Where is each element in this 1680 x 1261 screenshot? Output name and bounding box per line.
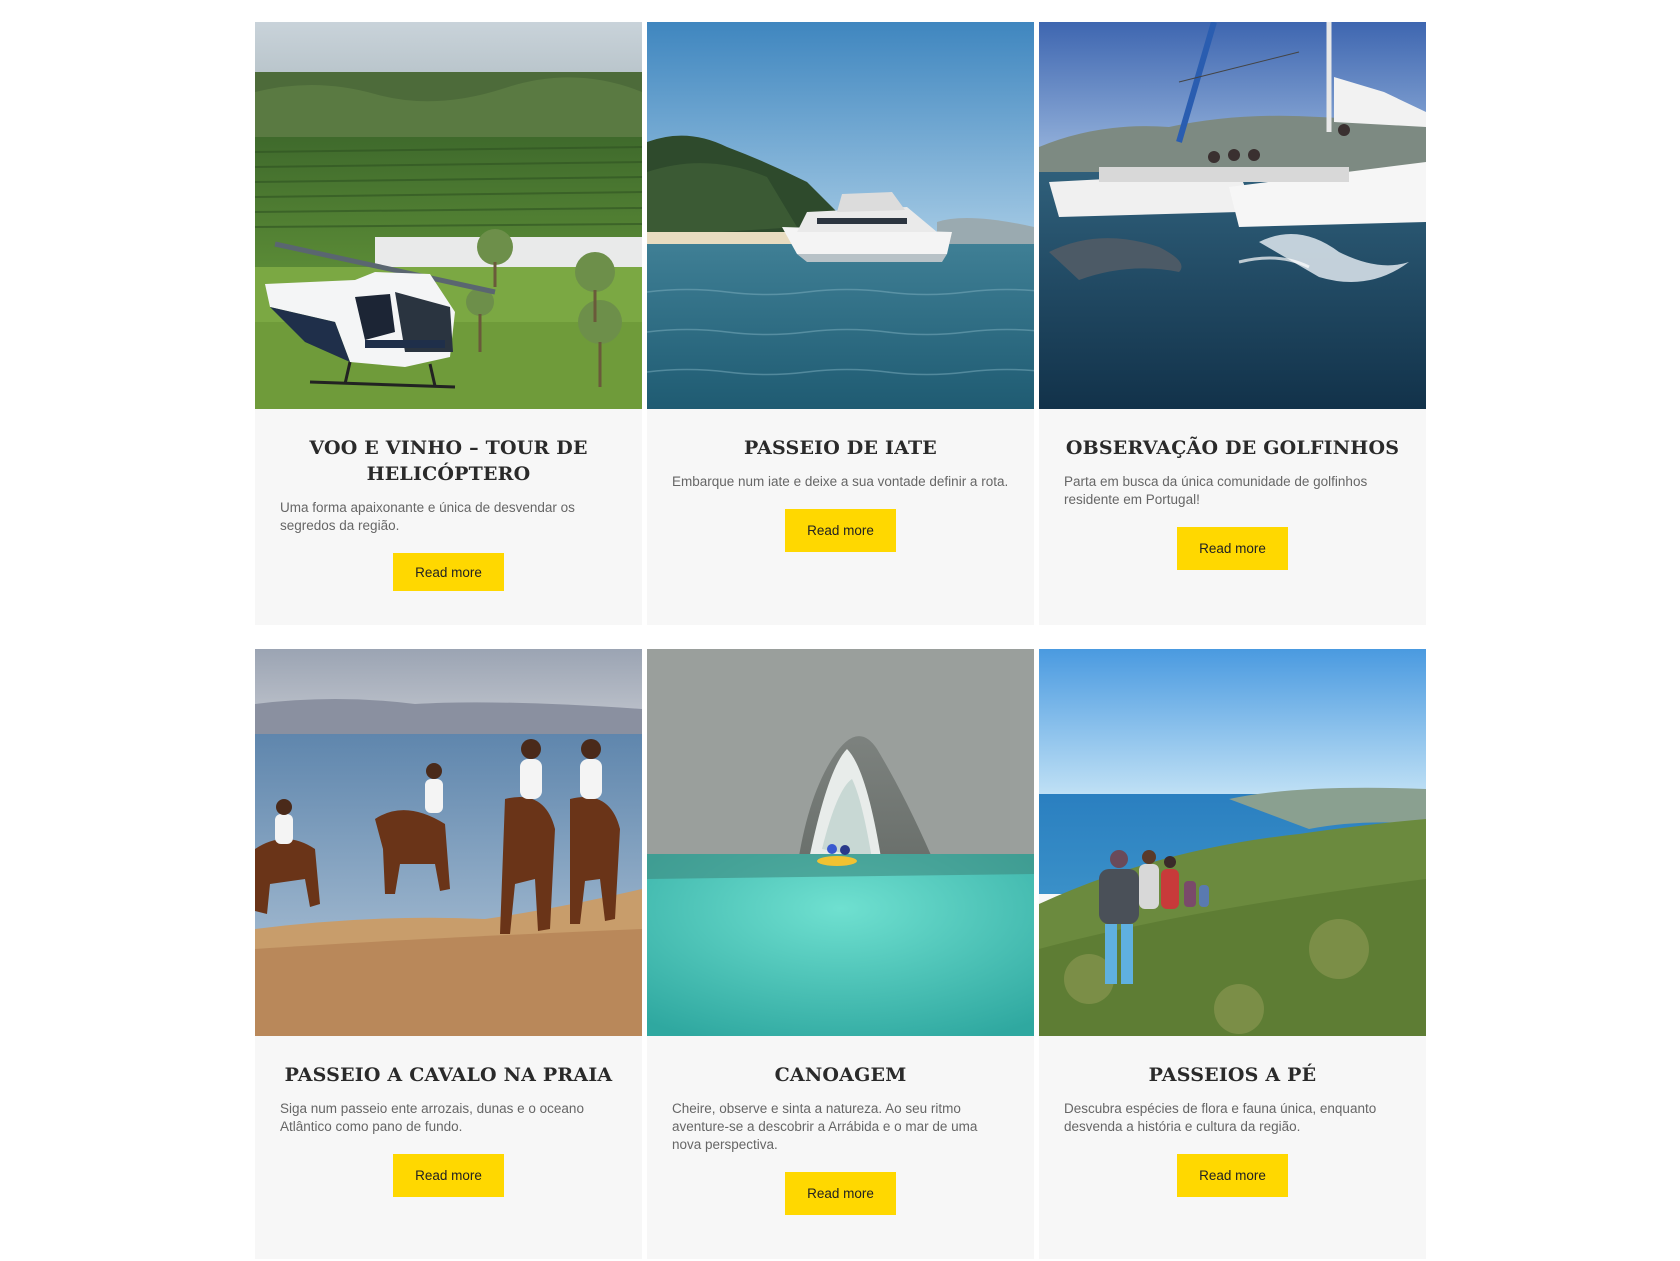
card-title: OBSERVAÇÃO DE GOLFINHOS bbox=[1065, 437, 1400, 459]
canoe-sea-cave-image[interactable] bbox=[647, 649, 1034, 1036]
catamaran-dolphins-image[interactable] bbox=[1039, 22, 1426, 409]
card-title: CANOAGEM bbox=[774, 1064, 907, 1086]
read-more-button[interactable]: Read more bbox=[393, 1154, 504, 1197]
activities-grid: VOO E VINHO – TOUR DE HELICÓPTERO Uma fo… bbox=[255, 22, 1426, 1261]
read-more-button[interactable]: Read more bbox=[785, 1172, 896, 1215]
card-title: VOO E VINHO – TOUR DE HELICÓPTERO bbox=[309, 437, 588, 485]
horse-riding-beach-image[interactable] bbox=[255, 649, 642, 1036]
read-more-button[interactable]: Read more bbox=[393, 553, 504, 591]
activity-card-hiking: PASSEIOS A PÉ Descubra espécies de flora… bbox=[1039, 649, 1426, 1261]
activity-card-yacht: PASSEIO DE IATE Embarque num iate e deix… bbox=[647, 22, 1034, 627]
card-description: Descubra espécies de flora e fauna única… bbox=[1064, 1101, 1377, 1134]
activity-card-dolphins: OBSERVAÇÃO DE GOLFINHOS Parta em busca d… bbox=[1039, 22, 1426, 627]
card-description: Embarque num iate e deixe a sua vontade … bbox=[672, 474, 1009, 489]
activity-card-canoeing: CANOAGEM Cheire, observe e sinta a natur… bbox=[647, 649, 1034, 1261]
card-title: PASSEIOS A PÉ bbox=[1148, 1064, 1317, 1086]
read-more-button[interactable]: Read more bbox=[1177, 1154, 1288, 1197]
read-more-button[interactable]: Read more bbox=[1177, 527, 1288, 570]
read-more-button[interactable]: Read more bbox=[785, 509, 896, 552]
card-title: PASSEIO DE IATE bbox=[744, 437, 937, 459]
activity-card-horse-riding: PASSEIO A CAVALO NA PRAIA Siga num passe… bbox=[255, 649, 642, 1261]
card-description: Parta em busca da única comunidade de go… bbox=[1064, 474, 1368, 507]
card-title: PASSEIO A CAVALO NA PRAIA bbox=[284, 1064, 613, 1086]
card-description: Uma forma apaixonante e única de desvend… bbox=[280, 500, 575, 533]
helicopter-vineyard-image[interactable] bbox=[255, 22, 642, 409]
activity-card-helicopter: VOO E VINHO – TOUR DE HELICÓPTERO Uma fo… bbox=[255, 22, 642, 627]
card-description: Cheire, observe e sinta a natureza. Ao s… bbox=[672, 1101, 978, 1152]
hiking-coast-image[interactable] bbox=[1039, 649, 1426, 1036]
card-description: Siga num passeio ente arrozais, dunas e … bbox=[280, 1101, 584, 1134]
yacht-image[interactable] bbox=[647, 22, 1034, 409]
